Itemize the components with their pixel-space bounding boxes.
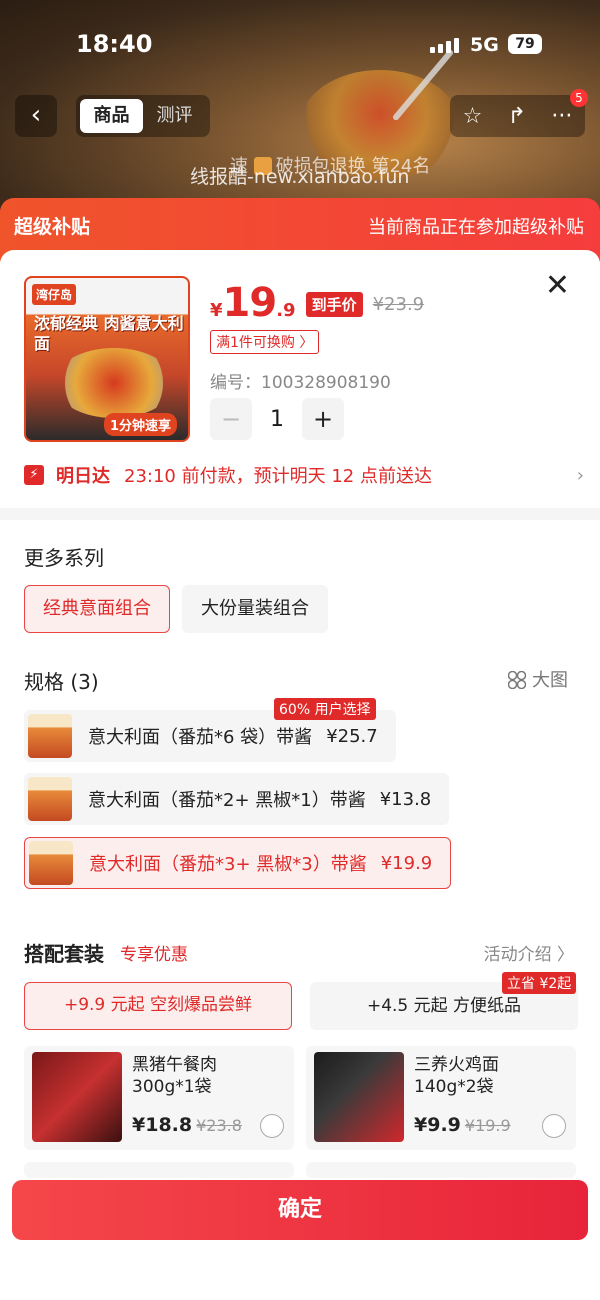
close-icon[interactable]: ✕ — [545, 268, 570, 303]
decrease-button[interactable]: − — [210, 398, 252, 440]
spec-title: 规格 (3) — [24, 670, 99, 694]
bundle-subtitle: 专享优惠 — [120, 945, 188, 965]
spec-option-3[interactable]: 意大利面（番茄*3+ 黑椒*3）带酱 ¥19.9 — [24, 837, 452, 889]
spec-label: 意大利面（番茄*3+ 黑椒*3）带酱 — [89, 854, 367, 875]
nav-actions: ☆ ↱ ··· — [450, 95, 585, 137]
bundle-product-original: ¥23.8 — [196, 1116, 242, 1135]
network-label: 5G — [470, 34, 499, 56]
subsidy-title: 超级补贴 — [14, 216, 91, 238]
bundle-product-image — [32, 1052, 122, 1142]
chevron-right-icon: › — [576, 464, 584, 486]
back-button[interactable]: ‹ — [15, 95, 57, 137]
bundle-product-price: ¥9.9 — [414, 1114, 461, 1136]
bundle-product-price-row: ¥9.9 ¥19.9 — [414, 1114, 511, 1136]
spec-thumbnail — [29, 841, 73, 885]
sku-label: 编号： — [210, 373, 261, 393]
big-image-label: 大图 — [532, 670, 568, 691]
promo-tag[interactable]: 满1件可换购 〉 — [210, 330, 320, 354]
share-icon[interactable]: ↱ — [508, 104, 526, 129]
big-image-toggle[interactable]: 大图 — [508, 666, 568, 692]
bundle-product-card-partial — [24, 1162, 294, 1178]
spec-option-2[interactable]: 意大利面（番茄*2+ 黑椒*1）带酱 ¥13.8 — [24, 773, 450, 825]
watermark-text: 线报酷-new.xianbao.fun — [190, 166, 410, 188]
spec-price: ¥13.8 — [379, 788, 432, 810]
bundle-product-original: ¥19.9 — [464, 1116, 511, 1135]
product-image-footer: 1分钟速享 — [104, 413, 178, 436]
bundle-product-price: ¥18.8 — [132, 1114, 193, 1136]
bundle-tab-snacks[interactable]: +9.9 元起 空刻爆品尝鲜 — [24, 982, 292, 1030]
product-image[interactable]: 湾仔岛 浓郁经典 肉酱意大利面 1分钟速享 — [24, 276, 190, 442]
favorite-icon[interactable]: ☆ — [463, 104, 483, 129]
spec-price: ¥19.9 — [380, 852, 433, 874]
price-dec: .9 — [276, 300, 296, 321]
increase-button[interactable]: + — [302, 398, 344, 440]
bundle-product-name: 三养火鸡面 140g*2袋 — [414, 1055, 499, 1097]
select-radio[interactable] — [542, 1114, 566, 1138]
series-title: 更多系列 — [24, 546, 104, 570]
tab-switcher: 商品 测评 — [76, 95, 210, 137]
bundle-product-card[interactable]: 黑猪午餐肉 300g*1袋 ¥18.8 ¥23.8 — [24, 1046, 294, 1150]
spec-thumbnail — [28, 777, 72, 821]
quantity-value[interactable]: 1 — [252, 407, 302, 432]
final-price-tag: 到手价 — [305, 292, 363, 317]
series-option-large[interactable]: 大份量装组合 — [182, 585, 328, 633]
signal-icon — [430, 38, 459, 53]
tab-product[interactable]: 商品 — [80, 99, 143, 133]
sku-sheet: 湾仔岛 浓郁经典 肉酱意大利面 1分钟速享 ¥ 19 .9 到手价 ¥23.9 … — [0, 250, 600, 1300]
bundle-title: 搭配套装 — [24, 942, 104, 966]
status-bar: 18:40 5G 79 — [0, 28, 600, 62]
subsidy-note: 当前商品正在参加超级补贴 — [368, 217, 584, 238]
top-nav: ‹ 商品 测评 ☆ ↱ ··· 5 — [0, 89, 600, 139]
spec-thumbnail — [28, 714, 72, 758]
status-time: 18:40 — [76, 30, 153, 58]
spec-price: ¥25.7 — [326, 725, 378, 747]
battery-icon: 79 — [508, 34, 542, 54]
sku-number: 编号：100328908190 — [210, 368, 391, 393]
select-radio[interactable] — [260, 1114, 284, 1138]
spec-label: 意大利面（番茄*2+ 黑椒*1）带酱 — [88, 790, 366, 811]
bundle-product-image — [314, 1052, 404, 1142]
tab-review[interactable]: 测评 — [143, 99, 206, 133]
quantity-stepper: − 1 + — [210, 398, 344, 440]
activity-intro-link[interactable]: 活动介绍 〉 — [484, 940, 574, 965]
grid-icon — [508, 671, 526, 689]
message-count-badge: 5 — [570, 89, 588, 107]
bundle-product-name: 黑猪午餐肉 300g*1袋 — [132, 1055, 217, 1097]
price-int: 19 — [222, 280, 278, 326]
delivery-text: 23:10 前付款，预计明天 12 点前送达 — [124, 466, 432, 487]
delivery-row[interactable]: ⚡ 明日达 23:10 前付款，预计明天 12 点前送达 › — [24, 460, 584, 490]
bundle-product-price-row: ¥18.8 ¥23.8 — [132, 1114, 242, 1136]
bundle-product-card[interactable]: 三养火鸡面 140g*2袋 ¥9.9 ¥19.9 — [306, 1046, 576, 1150]
more-icon[interactable]: ··· — [551, 104, 572, 129]
popular-choice-badge: 60% 用户选择 — [274, 698, 376, 720]
pasta-plate — [54, 348, 174, 418]
sku-value: 100328908190 — [261, 373, 391, 393]
confirm-button[interactable]: 确定 — [12, 1180, 588, 1240]
save-badge: 立省 ¥2起 — [502, 972, 577, 994]
delivery-title: 明日达 — [56, 466, 110, 487]
section-divider — [0, 508, 600, 520]
lightning-icon: ⚡ — [24, 465, 44, 485]
price-currency: ¥ — [210, 300, 223, 321]
spec-label: 意大利面（番茄*6 袋）带酱 — [88, 727, 313, 748]
series-option-classic[interactable]: 经典意面组合 — [24, 585, 170, 633]
bundle-product-card-partial — [306, 1162, 576, 1178]
original-price: ¥23.9 — [372, 294, 425, 315]
brand-tag: 湾仔岛 — [32, 284, 77, 305]
price-line: ¥ 19 .9 到手价 ¥23.9 — [210, 280, 424, 326]
